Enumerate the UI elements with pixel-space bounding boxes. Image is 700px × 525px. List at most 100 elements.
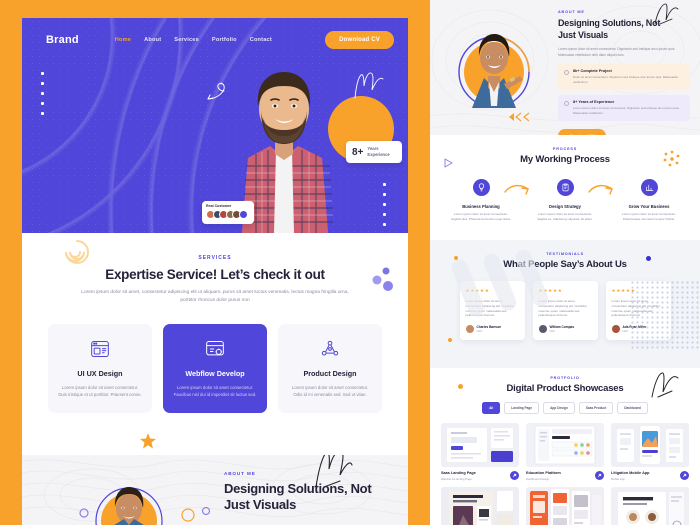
portfolio-item[interactable]: Litigation Mobile App Mobile App (611, 423, 689, 481)
nav-item-services[interactable]: Services (174, 37, 199, 43)
about-right-title-line2: Just Visuals (558, 29, 608, 40)
years-number: 8+ (352, 146, 364, 158)
avatar-more[interactable] (238, 210, 248, 219)
real-customer-label: Real Customer (206, 204, 232, 208)
accent-dot-orange-2 (448, 338, 452, 342)
about-me-section-right: ABOUT ME Designing Solutions, Not Just V… (430, 0, 700, 135)
process-step-text: Lorem ipsum dolor sit amet Consectetur. … (537, 212, 593, 221)
services-card-row: UI UX Design Lorem ipsum dolor sit amet … (22, 324, 408, 413)
service-card-webflow-develop[interactable]: Webflow Develop Lorem ipsum dolor sit am… (163, 324, 267, 413)
accent-dot-purple (646, 256, 651, 261)
dot (383, 213, 386, 216)
hero-arrow-squiggle-icon (207, 82, 225, 100)
portfolio-open-arrow-icon[interactable] (680, 471, 689, 480)
portfolio-open-arrow-icon[interactable] (595, 471, 604, 480)
services-section: SERVICES Expertise Service! Let’s check … (22, 233, 408, 455)
navbar: Brand Home About Services Portfolio Cont… (22, 18, 408, 62)
browser-window-icon (89, 338, 111, 360)
dot (383, 193, 386, 196)
portfolio-meta: Education Platform Dashboard Design (526, 471, 604, 481)
halftone-dots-decoration (630, 280, 700, 350)
accent-dot-orange (454, 256, 458, 260)
landing-page-mockup: Brand Home About Services Portfolio Cont… (0, 0, 700, 525)
feature-complete-project: 8k+ Complete Project Dolor sit amet cons… (558, 64, 690, 90)
about-title-line1: Designing Solutions, Not (224, 481, 372, 496)
years-experience-badge: 8+ Years Experience (346, 141, 402, 163)
lightbulb-icon (472, 179, 490, 196)
services-subtitle: Lorem ipsum dolor sit amet, consectetur … (81, 290, 349, 303)
feature-title: 8k+ Complete Project (573, 69, 612, 74)
filter-app-design[interactable]: App Design (543, 402, 575, 414)
check-circle-icon (564, 101, 569, 107)
process-step-name: Design Strategy (549, 204, 581, 209)
portfolio-thumbnail-secondary[interactable] (526, 486, 604, 525)
portfolio-item[interactable]: Education Platform Dashboard Design (526, 423, 604, 481)
filter-dashboard[interactable]: Dashboard (617, 402, 648, 414)
process-title: My Working Process (520, 154, 610, 165)
molecule-icon (319, 338, 341, 360)
hero-left-dots (41, 72, 44, 115)
service-text: Lorem ipsum dolor sit amet consectetur. … (291, 385, 369, 397)
about-right-portrait-photo (458, 34, 530, 108)
real-customer-badge: Real Customer (202, 201, 254, 224)
dot (41, 102, 44, 105)
portfolio-open-arrow-icon[interactable] (510, 471, 519, 480)
service-name: Product Design (303, 369, 357, 378)
portfolio-filter-tabs: All Landing Page App Design Saas Product… (430, 402, 700, 414)
about-title-line2: Just Visuals (224, 497, 297, 512)
service-text: Lorem ipsum dolor sit amet consectetur. … (58, 385, 142, 397)
feature-text: Dolor sit amet consectetur. Dignissim se… (573, 75, 678, 84)
chart-growth-icon (640, 179, 658, 196)
service-card-ui-ux-design[interactable]: UI UX Design Lorem ipsum dolor sit amet … (48, 324, 152, 413)
dot (383, 223, 386, 226)
service-card-product-design[interactable]: Product Design Lorem ipsum dolor sit ame… (278, 324, 382, 413)
testimonials-section: TESTIMONIALS What People Say’s About Us … (430, 240, 700, 368)
dot (41, 82, 44, 85)
carousel-arrows-icon[interactable] (508, 112, 532, 122)
dot (383, 203, 386, 206)
clipboard-icon (556, 179, 574, 196)
portfolio-category: Website & Landing Page (441, 476, 472, 481)
about-right-title-line1: Designing Solutions, Not (558, 18, 661, 28)
about-text-block: ABOUT ME Designing Solutions, Not Just V… (224, 471, 394, 513)
process-arrow-2-icon (588, 184, 613, 195)
download-cv-button[interactable]: Download CV (325, 31, 394, 49)
about-right-eyebrow: ABOUT ME (558, 10, 585, 14)
portfolio-name: Saas Landing Page (441, 471, 476, 475)
process-eyebrow: PROCESS (552, 147, 578, 151)
process-steps-row: Business Planning Lorem ipsum dolor sit … (430, 179, 700, 222)
portfolio-thumbnail-secondary[interactable] (611, 486, 689, 525)
dot (41, 72, 44, 75)
filter-all[interactable]: All (482, 402, 501, 414)
process-step-grow-your-business: Grow Your Business Lorem ipsum dolor sit… (618, 179, 680, 222)
dots-cluster-decoration (372, 267, 393, 291)
portfolio-thumbnail (526, 423, 604, 467)
brand-logo[interactable]: Brand (46, 34, 79, 46)
about-right-title: Designing Solutions, Not Just Visuals (558, 18, 690, 41)
browser-gear-icon (204, 338, 226, 360)
portfolio-thumbnail (611, 423, 689, 467)
filter-saas-product[interactable]: Saas Product (578, 402, 614, 414)
portfolio-item[interactable]: Saas Landing Page Website & Landing Page (441, 423, 519, 481)
portfolio-thumbnail (441, 423, 519, 467)
process-step-business-planning: Business Planning Lorem ipsum dolor sit … (450, 179, 512, 222)
testimonial-bg-shapes (451, 249, 549, 317)
portfolio-grid-row-2 (430, 486, 700, 525)
portfolio-meta: Litigation Mobile App Mobile App (611, 471, 689, 481)
process-step-name: Grow Your Business (628, 204, 670, 209)
nav-item-home[interactable]: Home (115, 37, 131, 43)
nav-item-about[interactable]: About (144, 37, 161, 43)
spiral-decoration-icon (65, 240, 89, 264)
filter-landing-page[interactable]: Landing Page (504, 402, 540, 414)
dot (383, 183, 386, 186)
portfolio-scribble-icon (651, 372, 679, 398)
play-outline-decoration-icon (444, 158, 453, 168)
dot (41, 112, 44, 115)
nav-item-contact[interactable]: Contact (250, 37, 272, 43)
portfolio-thumbnail-secondary[interactable] (441, 486, 519, 525)
nav-item-portfolio[interactable]: Portfolio (212, 37, 237, 43)
portfolio-section: PROTFOLIO Digital Product Showcases All … (430, 368, 700, 525)
feature-text: Lorem ipsum dolor sit amet consectetur. … (573, 106, 680, 115)
portfolio-name: Education Platform (526, 471, 561, 475)
service-name: UI UX Design (77, 369, 123, 378)
